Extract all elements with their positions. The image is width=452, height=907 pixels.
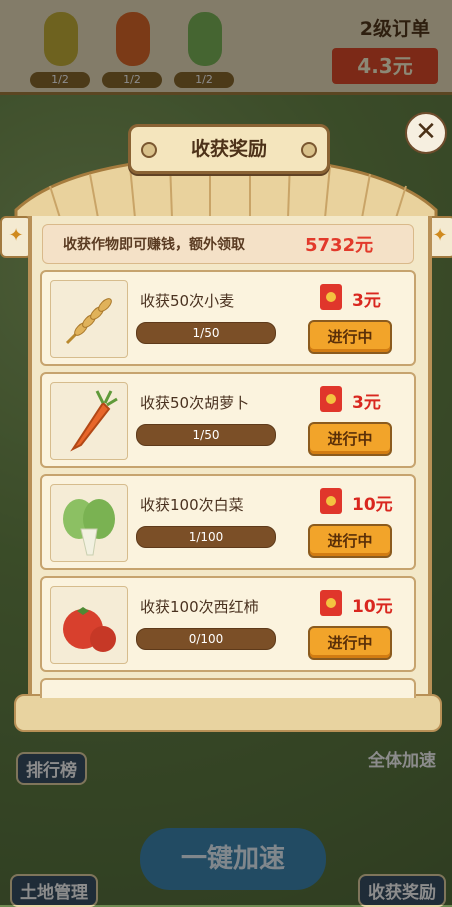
task-thumb: [50, 586, 128, 664]
task-reward: 10元: [352, 495, 393, 515]
progress-bar: 1/50: [136, 322, 276, 344]
task-card: 收获50次胡萝卜 1/50 3元 进行中: [40, 372, 416, 468]
task-name: 收获100次西红柿: [140, 598, 259, 616]
task-reward: 3元: [352, 291, 381, 311]
red-envelope-icon: [320, 284, 342, 310]
progress-bar: 1/50: [136, 424, 276, 446]
task-card: 收获50次小麦 1/50 3元 进行中: [40, 270, 416, 366]
knob-icon: [301, 142, 317, 158]
in-progress-button[interactable]: 进行中: [308, 320, 392, 354]
task-card: 收获100次白菜 1/100 10元 进行中: [40, 474, 416, 570]
task-name: 收获50次小麦: [140, 292, 235, 310]
in-progress-button[interactable]: 进行中: [308, 524, 392, 558]
progress-text: 0/100: [188, 632, 224, 646]
tomato-icon: [63, 607, 116, 652]
panel-title-plaque: 收获奖励: [128, 124, 330, 174]
red-envelope-icon: [320, 386, 342, 412]
wheat-icon: [65, 298, 112, 345]
panel-title: 收获奖励: [190, 138, 267, 160]
banner-text: 收获作物即可赚钱，额外领取: [63, 237, 245, 253]
task-card-partial: [40, 678, 416, 698]
banner-amount: 5732元: [305, 235, 374, 256]
task-name: 收获100次白菜: [140, 496, 244, 514]
red-envelope-icon: [320, 488, 342, 514]
task-thumb: [50, 484, 128, 562]
progress-text: 1/50: [192, 428, 220, 442]
task-reward: 10元: [352, 597, 393, 617]
task-card: 收获100次西红柿 0/100 10元 进行中: [40, 576, 416, 672]
carrot-icon: [70, 390, 118, 452]
progress-text: 1/100: [188, 530, 224, 544]
progress-bar: 0/100: [136, 628, 276, 650]
task-thumb: [50, 280, 128, 358]
panel-base: [14, 694, 442, 732]
progress-text: 1/50: [192, 326, 220, 340]
in-progress-button[interactable]: 进行中: [308, 422, 392, 456]
red-envelope-icon: [320, 590, 342, 616]
task-reward: 3元: [352, 393, 381, 413]
reward-banner: 收获作物即可赚钱，额外领取 5732元: [42, 224, 414, 264]
task-name: 收获50次胡萝卜: [140, 394, 250, 412]
in-progress-button[interactable]: 进行中: [308, 626, 392, 660]
progress-bar: 1/100: [136, 526, 276, 548]
close-button[interactable]: ✕: [405, 112, 447, 154]
task-thumb: [50, 382, 128, 460]
bok-choy-icon: [63, 499, 115, 556]
